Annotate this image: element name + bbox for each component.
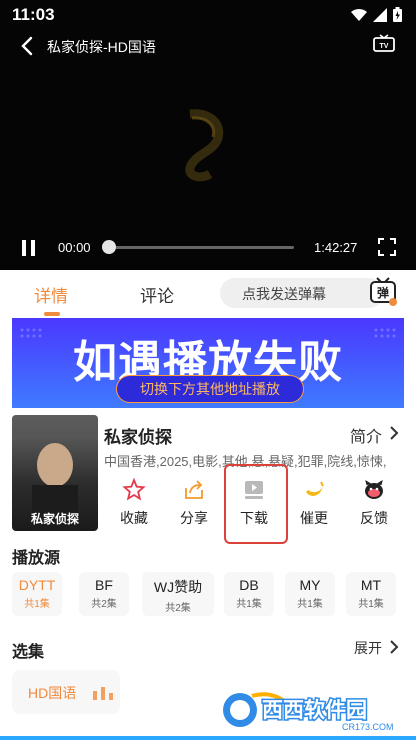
- source-name: WJ赞助: [153, 579, 203, 595]
- source-name: MY: [299, 577, 321, 593]
- expand-link[interactable]: 展开: [354, 638, 382, 658]
- duration: 1:42:27: [314, 240, 358, 255]
- chevron-right-icon[interactable]: [388, 425, 400, 441]
- episode-item[interactable]: HD国语: [12, 670, 120, 714]
- player-controls: 00:00 1:42:27: [0, 232, 416, 262]
- star-icon: [122, 478, 146, 501]
- source-item[interactable]: MT 共1集: [346, 572, 396, 616]
- watermark-logo: 西西软件园 CR173.COM: [223, 692, 394, 732]
- source-count: 共1集: [236, 599, 262, 610]
- danmaku-input[interactable]: 点我发送弹幕: [220, 278, 384, 308]
- share-icon: [185, 480, 203, 499]
- source-count: 共1集: [24, 599, 50, 610]
- source-item[interactable]: BF 共2集: [79, 572, 129, 616]
- source-name: BF: [95, 577, 113, 593]
- detail-tabs: 详情 评论 点我发送弹幕 弹: [0, 270, 416, 316]
- episodes-title: 选集: [12, 644, 45, 661]
- status-time: 11:03: [12, 5, 55, 24]
- play-fail-banner[interactable]: 如遇播放失败 切换下方其他地址播放: [12, 318, 404, 408]
- watermark-domain: CR173.COM: [342, 722, 394, 732]
- share-label: 分享: [180, 510, 208, 526]
- source-name: DYTT: [18, 577, 56, 593]
- source-item[interactable]: DB 共1集: [224, 572, 274, 616]
- urge-update-label: 催更: [300, 510, 328, 526]
- feedback-label: 反馈: [360, 510, 388, 526]
- fullscreen-icon[interactable]: [378, 238, 396, 256]
- progress-knob[interactable]: [102, 240, 116, 254]
- sources-title: 播放源: [12, 550, 61, 567]
- video-player[interactable]: 11:03 私家侦探-HD国语 TV 00:00 1:42:27: [0, 0, 416, 270]
- source-item[interactable]: MY 共1集: [285, 572, 335, 616]
- source-count: 共1集: [297, 599, 323, 610]
- movie-title: 私家侦探: [104, 428, 172, 447]
- tab-comment[interactable]: 评论: [140, 282, 174, 307]
- movie-poster[interactable]: 私家侦探: [12, 415, 98, 531]
- source-name: MT: [360, 577, 382, 593]
- feedback-button[interactable]: 反馈: [344, 478, 404, 528]
- source-item[interactable]: WJ赞助 共2集: [142, 572, 214, 616]
- video-title: 私家侦探-HD国语: [47, 39, 156, 55]
- tab-detail[interactable]: 详情: [34, 282, 68, 307]
- feedback-icon: [365, 479, 383, 499]
- poster-title: 私家侦探: [30, 512, 79, 526]
- danmaku-button-label: 弹: [377, 285, 389, 300]
- wifi-icon: [351, 8, 367, 21]
- tab-indicator: [44, 312, 60, 316]
- pause-icon[interactable]: [20, 238, 38, 258]
- favorite-label: 收藏: [120, 510, 148, 526]
- source-name: DB: [239, 577, 259, 593]
- current-time: 00:00: [58, 240, 91, 255]
- banana-icon: [306, 481, 324, 496]
- back-arrow-icon[interactable]: [18, 34, 38, 58]
- source-count: 共1集: [358, 599, 384, 610]
- download-highlight-box: [224, 464, 288, 544]
- intro-link[interactable]: 简介: [350, 423, 382, 447]
- urge-update-button[interactable]: 催更: [284, 478, 344, 528]
- progress-track[interactable]: [108, 246, 294, 249]
- battery-icon: [393, 7, 402, 22]
- video-frame-image: [185, 109, 224, 182]
- favorite-button[interactable]: 收藏: [104, 478, 164, 528]
- playing-bars-icon: [93, 687, 113, 700]
- status-bar: 11:03: [0, 0, 416, 30]
- banner-subtitle: 切换下方其他地址播放: [116, 375, 304, 403]
- danmaku-placeholder: 点我发送弹幕: [242, 286, 326, 302]
- signal-icon: [373, 7, 387, 22]
- bottom-edge: [0, 736, 416, 740]
- watermark-name: 西西软件园: [262, 698, 367, 722]
- source-count: 共2集: [165, 603, 191, 614]
- danmaku-toggle-icon[interactable]: 弹: [368, 276, 398, 308]
- svg-text:TV: TV: [380, 43, 389, 50]
- source-count: 共2集: [91, 599, 117, 610]
- chevron-right-icon[interactable]: [388, 639, 400, 655]
- player-topbar: 私家侦探-HD国语 TV: [0, 30, 416, 62]
- source-list: DYTT 共1集 BF 共2集 WJ赞助 共2集 DB 共1集 MY 共1集 M…: [12, 572, 416, 616]
- status-icons: [351, 7, 402, 22]
- source-item[interactable]: DYTT 共1集: [12, 572, 62, 616]
- share-button[interactable]: 分享: [164, 478, 224, 528]
- tv-cast-icon[interactable]: TV: [372, 34, 396, 56]
- episode-label: HD国语: [28, 685, 77, 701]
